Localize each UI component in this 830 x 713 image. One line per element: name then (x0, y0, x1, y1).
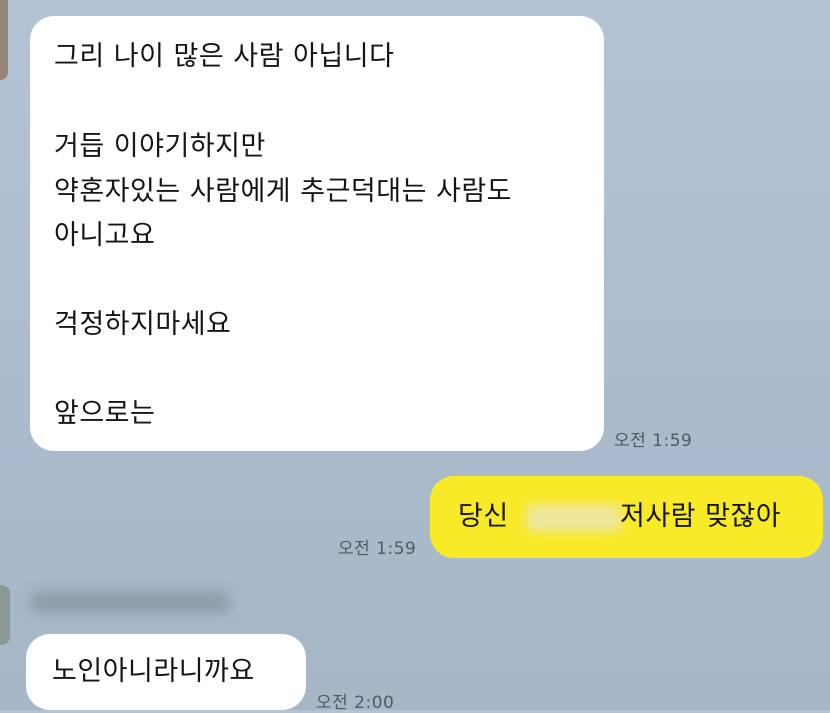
message-line: 걱정하지마세요 (54, 309, 232, 340)
incoming-message-bubble[interactable]: 노인아니라니까요 (26, 634, 306, 710)
message-text: 저사람 맞잖아 (620, 501, 782, 532)
message-line: 앞으로는 (54, 398, 156, 429)
avatar[interactable] (0, 585, 10, 645)
message-line: 거듭 이야기하지만 (54, 131, 266, 162)
message-text: 노인아니라니까요 (52, 656, 255, 687)
message-timestamp: 오전 1:59 (614, 431, 693, 451)
incoming-message-bubble[interactable]: 그리 나이 많은 사람 아닙니다 거듭 이야기하지만 약혼자있는 사람에게 추근… (30, 16, 604, 451)
message-timestamp: 오전 1:59 (338, 539, 417, 559)
redacted-text (526, 504, 622, 532)
message-line: 그리 나이 많은 사람 아닙니다 (54, 41, 395, 72)
message-timestamp: 오전 2:00 (316, 693, 395, 713)
message-line: 아니고요 (54, 220, 156, 251)
message-text: 당신 (458, 501, 509, 532)
outgoing-message-bubble[interactable]: 당신 저사람 맞잖아 (430, 476, 823, 558)
avatar[interactable] (0, 0, 8, 80)
sender-name (30, 592, 230, 612)
message-line: 약혼자있는 사람에게 추근덕대는 사람도 (54, 176, 513, 207)
